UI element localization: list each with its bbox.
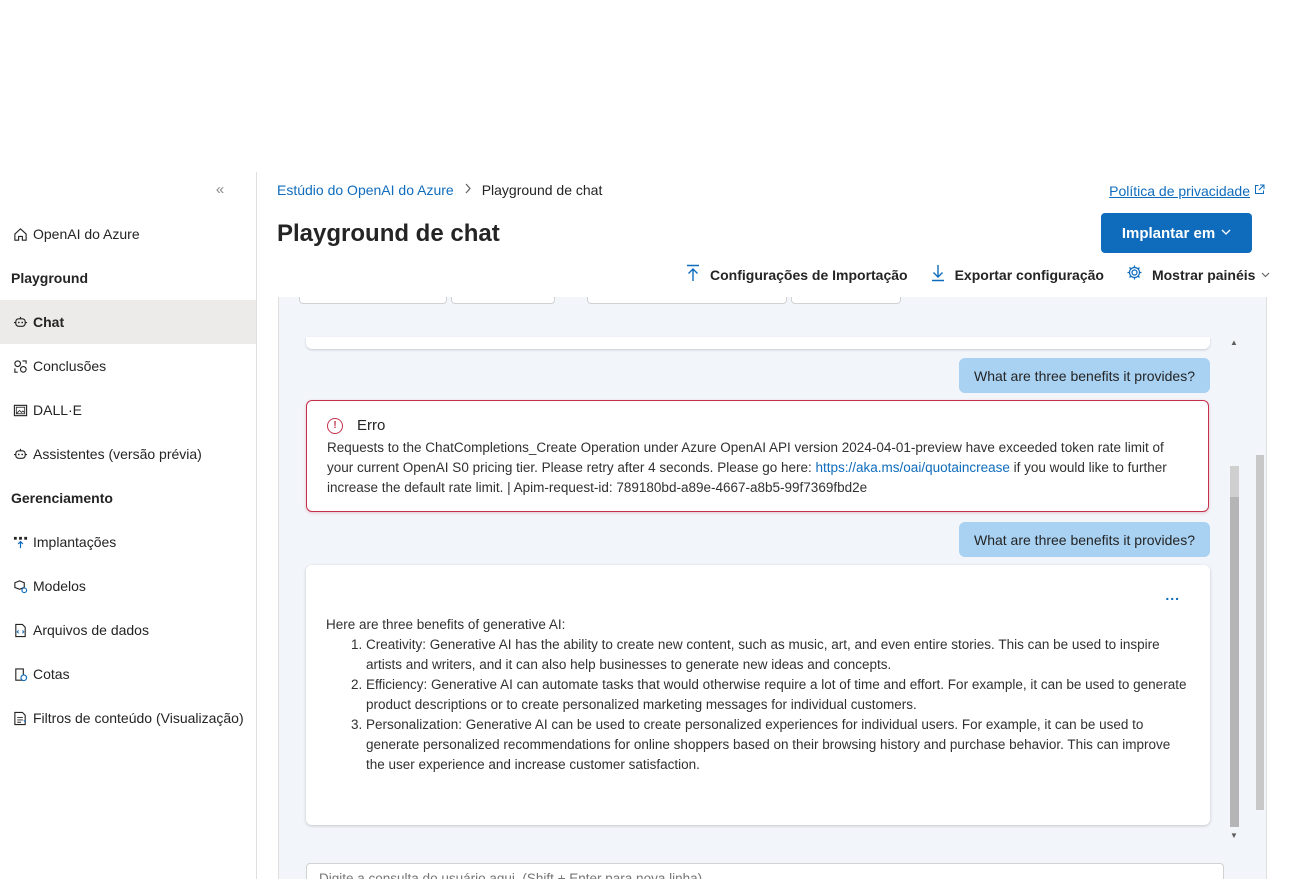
more-options-icon[interactable]: ... xyxy=(1165,585,1180,605)
download-icon xyxy=(930,264,946,287)
quota-increase-link[interactable]: https://aka.ms/oai/quotaincrease xyxy=(816,460,1010,475)
models-icon xyxy=(12,578,28,594)
list-item: Efficiency: Generative AI can automate t… xyxy=(366,675,1190,715)
chat-scrollbar[interactable]: ▲ ▼ xyxy=(1227,337,1241,842)
scroll-up-icon[interactable]: ▲ xyxy=(1227,337,1241,349)
image-icon xyxy=(12,402,28,418)
settings-field[interactable] xyxy=(451,297,555,304)
export-settings-label: Exportar configuração xyxy=(954,267,1104,283)
export-settings-button[interactable]: Exportar configuração xyxy=(930,264,1104,287)
settings-field[interactable] xyxy=(299,297,447,304)
home-icon xyxy=(12,226,28,242)
section-playground: Playground xyxy=(11,270,89,286)
sidebar-item-chat[interactable]: Chat xyxy=(0,300,256,344)
toolbar: Configurações de Importação Exportar con… xyxy=(685,264,1270,286)
sidebar-item-label: DALL·E xyxy=(33,402,83,418)
scroll-thumb[interactable] xyxy=(1230,497,1239,827)
deploy-button-label: Implantar em xyxy=(1121,224,1216,242)
settings-field[interactable] xyxy=(791,297,901,304)
collapse-sidebar-icon[interactable]: « xyxy=(211,181,229,199)
previous-message-card xyxy=(306,337,1210,349)
error-body: Requests to the ChatCompletions_Create O… xyxy=(327,438,1188,498)
sidebar-item-label: Filtros de conteúdo (Visualização) xyxy=(33,710,244,726)
sidebar-item-conclusoes[interactable]: Conclusões xyxy=(0,344,256,388)
sidebar-item-openai-azure[interactable]: OpenAI do Azure xyxy=(0,212,256,256)
show-panels-label: Mostrar painéis xyxy=(1151,267,1256,283)
upload-icon xyxy=(685,264,701,287)
sidebar-item-label: OpenAI do Azure xyxy=(33,226,140,242)
show-panels-button[interactable]: Mostrar painéis xyxy=(1126,264,1270,286)
completions-icon xyxy=(12,358,28,374)
sidebar-item-label: Cotas xyxy=(33,666,70,682)
settings-field[interactable] xyxy=(587,297,787,304)
sidebar-item-implantacoes[interactable]: Implantações xyxy=(0,520,256,564)
page-scrollbar-thumb[interactable] xyxy=(1256,455,1264,810)
error-icon: ! xyxy=(327,417,343,434)
sidebar-item-label: Arquivos de dados xyxy=(33,622,149,638)
benefits-list: Creativity: Generative AI has the abilit… xyxy=(326,635,1190,775)
privacy-policy-link[interactable]: Política de privacidade xyxy=(1109,183,1265,199)
quotas-icon xyxy=(12,666,28,682)
deploy-button[interactable]: Implantar em xyxy=(1101,213,1252,253)
content-filter-icon xyxy=(12,710,28,726)
sidebar-item-assistentes[interactable]: Assistentes (versão prévia) xyxy=(0,432,256,476)
assistant-intro: Here are three benefits of generative AI… xyxy=(326,617,566,632)
external-link-icon xyxy=(1254,184,1265,198)
sidebar-item-filtros-de-conteudo[interactable]: Filtros de conteúdo (Visualização) xyxy=(0,696,256,740)
error-title: Erro xyxy=(357,417,386,434)
list-item: Personalization: Generative AI can be us… xyxy=(366,715,1190,775)
data-files-icon xyxy=(12,622,28,638)
import-settings-label: Configurações de Importação xyxy=(710,267,908,283)
breadcrumb: Estúdio do OpenAI do Azure Playground de… xyxy=(277,182,602,198)
error-header: ! Erro xyxy=(327,417,1188,434)
scroll-track[interactable] xyxy=(1230,351,1239,828)
privacy-policy-label: Política de privacidade xyxy=(1109,183,1250,199)
chat-icon xyxy=(12,314,28,330)
sidebar-item-label: Chat xyxy=(33,314,65,330)
sidebar-item-label: Implantações xyxy=(33,534,117,550)
breadcrumb-current: Playground de chat xyxy=(481,182,603,198)
sidebar-item-dalle[interactable]: DALL·E xyxy=(0,388,256,432)
sidebar-item-arquivos-de-dados[interactable]: Arquivos de dados xyxy=(0,608,256,652)
list-item: Creativity: Generative AI has the abilit… xyxy=(366,635,1190,675)
chat-pane: What are three benefits it provides? ! E… xyxy=(278,297,1267,879)
assistant-message: ... Here are three benefits of generativ… xyxy=(306,565,1210,825)
chevron-down-icon xyxy=(1261,270,1270,281)
sidebar-item-cotas[interactable]: Cotas xyxy=(0,652,256,696)
deployments-icon xyxy=(12,534,28,550)
page-title: Playground de chat xyxy=(277,220,500,247)
user-message: What are three benefits it provides? xyxy=(958,358,1210,393)
chevron-right-icon xyxy=(464,183,472,197)
sidebar-item-label: Modelos xyxy=(33,578,86,594)
chevron-down-icon xyxy=(1221,227,1231,239)
import-settings-button[interactable]: Configurações de Importação xyxy=(685,264,908,287)
section-management: Gerenciamento xyxy=(11,490,113,506)
sidebar-item-label: Assistentes (versão prévia) xyxy=(33,446,202,462)
assistant-icon xyxy=(12,446,28,462)
breadcrumb-root-link[interactable]: Estúdio do OpenAI do Azure xyxy=(277,182,454,198)
gear-icon xyxy=(1126,264,1143,286)
user-query-input[interactable] xyxy=(306,863,1224,879)
sidebar: « OpenAI do Azure Playground Chat Conclu… xyxy=(0,172,257,879)
sidebar-item-label: Conclusões xyxy=(33,358,107,374)
sidebar-item-modelos[interactable]: Modelos xyxy=(0,564,256,608)
user-message: What are three benefits it provides? xyxy=(958,522,1210,557)
scroll-down-icon[interactable]: ▼ xyxy=(1227,830,1241,842)
error-message: ! Erro Requests to the ChatCompletions_C… xyxy=(306,400,1209,512)
